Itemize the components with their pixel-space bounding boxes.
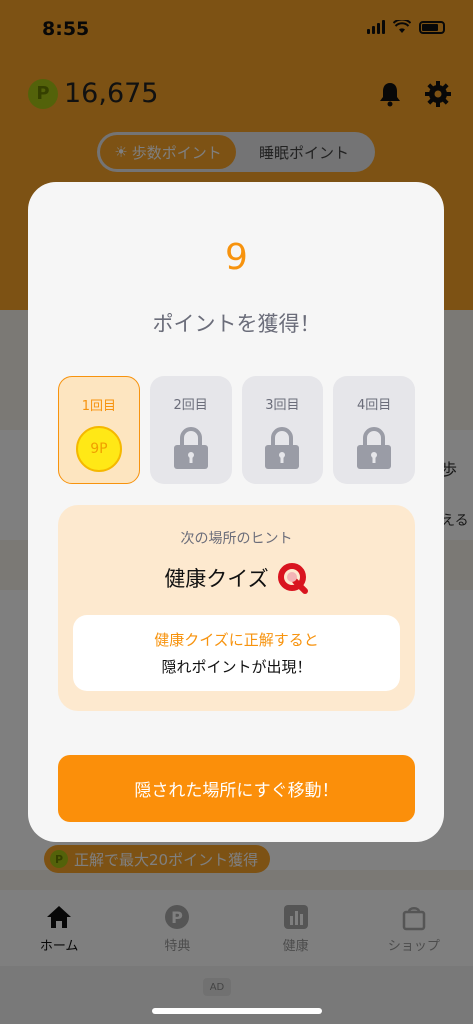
- slot-label: 4回目: [356, 398, 392, 413]
- go-to-hidden-place-button[interactable]: 隠された場所にすぐ移動！: [58, 755, 415, 822]
- slot-label: 2回目: [173, 398, 208, 413]
- slot-3: 3回目: [241, 376, 324, 484]
- slot-label: 3回目: [265, 398, 300, 413]
- quiz-q-icon: [277, 563, 308, 594]
- lock-icon: [265, 427, 300, 469]
- hint-line-1: 健康クイズに正解すると: [154, 631, 319, 649]
- hint-description: 健康クイズに正解すると 隠れポイントが出現！: [73, 615, 400, 691]
- lock-icon: [357, 427, 392, 469]
- slot-2: 2回目: [149, 376, 232, 484]
- points-earned-message: ポイントを獲得！: [152, 312, 321, 336]
- hidden-point-slots: 1回目 9P 2回目 3回目 4回目: [58, 376, 415, 486]
- hint-line-2: 隠れポイントが出現！: [161, 658, 312, 676]
- home-indicator[interactable]: [152, 1008, 322, 1014]
- slot-label: 1回目: [81, 399, 117, 414]
- hint-place: 健康クイズ: [0, 562, 473, 594]
- point-coin-icon: 9P: [75, 426, 122, 472]
- slot-1: 1回目 9P: [58, 376, 140, 484]
- lock-icon: [173, 427, 208, 469]
- points-earned-value: 9: [225, 237, 248, 278]
- hint-title: 次の場所のヒント: [180, 531, 293, 547]
- slot-4: 4回目: [333, 376, 415, 484]
- hint-place-name: 健康クイズ: [164, 567, 269, 591]
